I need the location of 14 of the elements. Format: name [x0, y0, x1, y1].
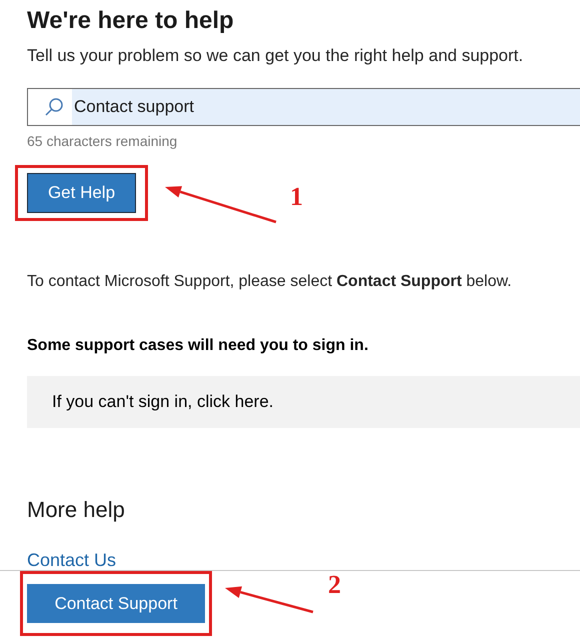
search-icon [44, 97, 64, 117]
page-title: We're here to help [27, 6, 235, 36]
get-help-button[interactable]: Get Help [27, 173, 136, 213]
search-field[interactable]: Contact support [27, 88, 580, 126]
subtitle: Tell us your problem so we can get you the right help and support. [27, 45, 524, 67]
characters-remaining: 65 characters remaining [27, 132, 178, 150]
contact-us-link[interactable]: Contact Us [27, 550, 116, 570]
contact-support-button[interactable]: Contact Support [27, 584, 205, 623]
sign-in-note: Some support cases will need you to sign in. [27, 336, 370, 356]
sign-in-link[interactable]: If you can't sign in, click here. [52, 389, 274, 415]
annotation-number: 1 [290, 182, 303, 212]
annotation-number: 2 [328, 570, 341, 600]
section-heading: More help [27, 496, 126, 524]
contact-note: To contact Microsoft Support, please select Contact Support below. [27, 272, 513, 292]
